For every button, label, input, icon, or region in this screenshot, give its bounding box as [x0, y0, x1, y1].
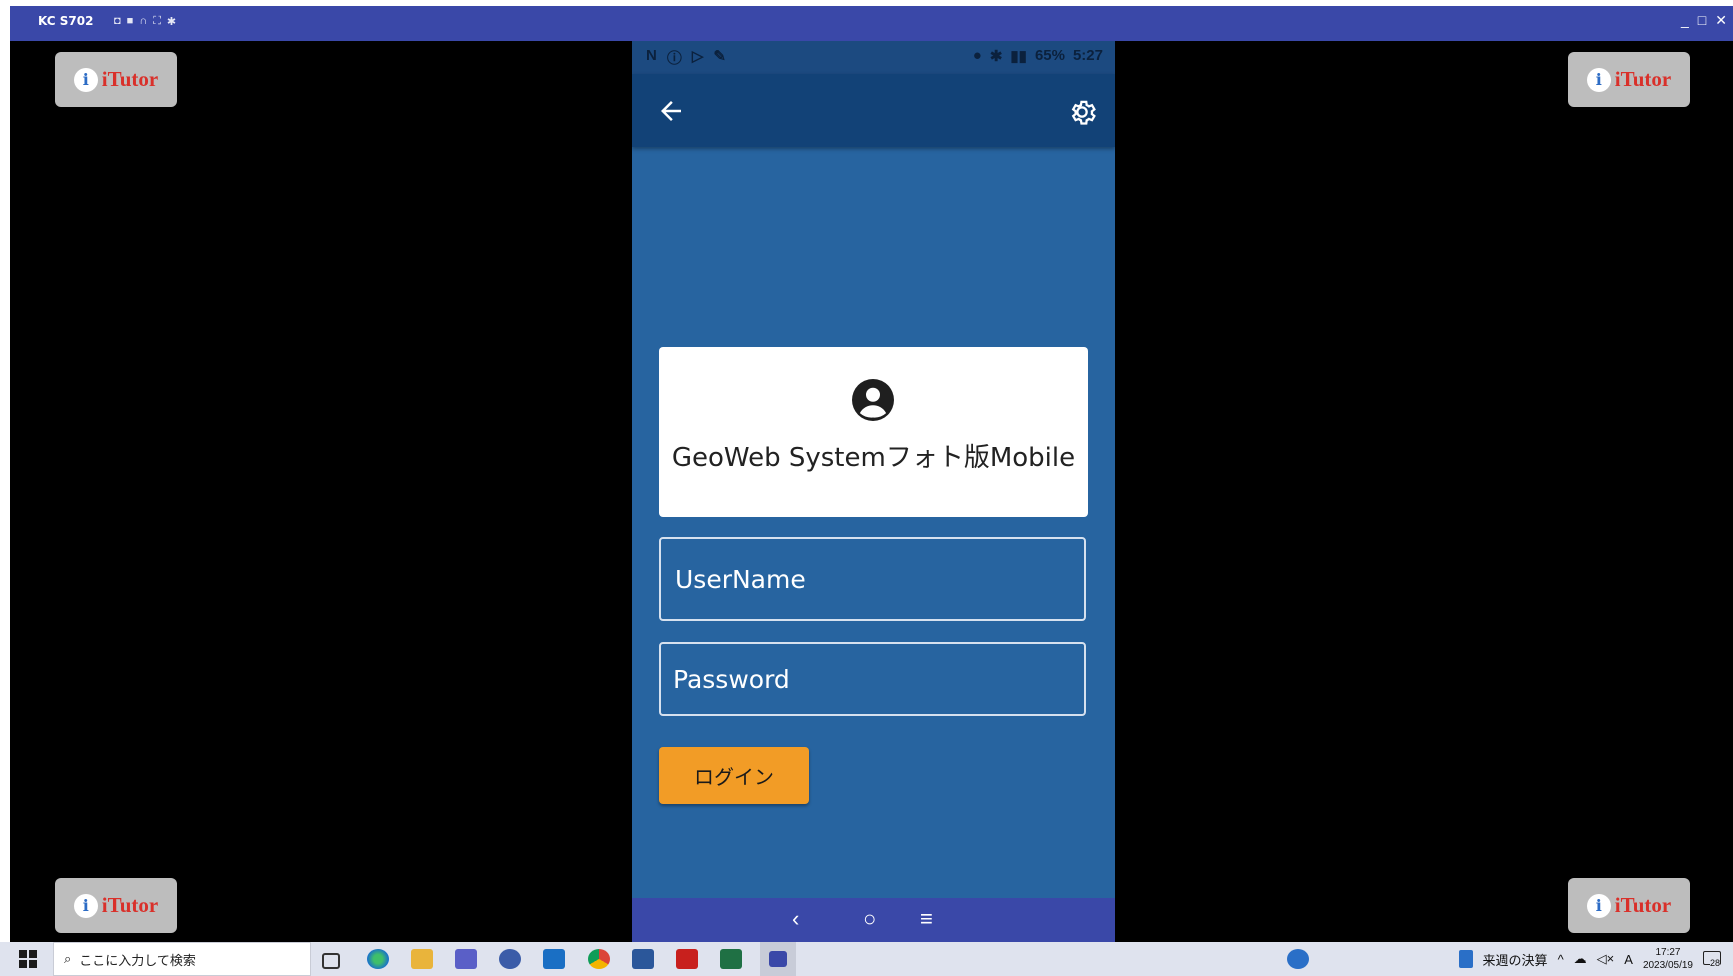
word-icon[interactable] — [632, 949, 654, 969]
ime-indicator[interactable]: A — [1624, 952, 1633, 967]
username-placeholder: UserName — [675, 564, 806, 594]
headset-icon[interactable]: ∩ — [139, 15, 147, 28]
nfc-icon: N — [646, 47, 657, 64]
itutor-label: iTutor — [1614, 67, 1672, 91]
camera-icon[interactable]: ◘ — [114, 15, 121, 28]
search-icon: ⌕ — [64, 951, 72, 966]
taskbar-search-box[interactable]: ⌕ ここに入力して検索 — [53, 942, 311, 976]
status-left-icons: N ⓘ ▷ ✎ — [646, 47, 726, 68]
app-toolbar — [632, 74, 1115, 147]
itutor-watermark: i iTutor — [55, 878, 177, 933]
itutor-watermark: i iTutor — [1568, 52, 1690, 107]
titlebar-tools: ◘ ■ ∩ ⛶ ✱ — [114, 15, 176, 28]
signal-icon: ▮▮ — [1010, 48, 1027, 65]
teams-icon[interactable] — [455, 949, 477, 969]
system-tray: 来週の決算 ^ ☁ ◁× A 17:27 2023/05/19 28 — [1458, 942, 1723, 976]
itutor-label: iTutor — [101, 893, 159, 917]
clock-date: 2023/05/19 — [1642, 960, 1693, 971]
file-explorer-icon[interactable] — [411, 949, 433, 969]
edge-icon[interactable] — [367, 949, 389, 969]
maximize-button[interactable]: □ — [1698, 12, 1706, 29]
username-field[interactable]: UserName — [659, 537, 1086, 621]
app-title: GeoWeb Systemフォト版Mobile — [671, 443, 1076, 473]
window-controls: _ □ ✕ — [1681, 12, 1727, 29]
help-icon[interactable] — [1287, 949, 1309, 969]
mirror-app-taskbar-button[interactable] — [760, 942, 796, 976]
gear-icon[interactable] — [1066, 96, 1098, 128]
itutor-logo-icon: i — [1586, 893, 1611, 918]
android-statusbar: N ⓘ ▷ ✎ ● ✱ ▮▮ 65% 5:27 — [632, 41, 1115, 74]
status-right-icons: ● ✱ ▮▮ 65% 5:27 — [973, 47, 1103, 65]
window-titlebar: KC S702 ◘ ■ ∩ ⛶ ✱ _ □ ✕ — [10, 6, 1733, 41]
nav-home-button[interactable]: ○ — [863, 906, 876, 932]
excel-icon[interactable] — [720, 949, 742, 969]
status-time: 5:27 — [1072, 47, 1103, 64]
task-view-icon[interactable] — [322, 953, 340, 969]
acrobat-icon[interactable] — [676, 949, 698, 969]
itutor-logo-icon: i — [1586, 67, 1611, 92]
login-button[interactable]: ログイン — [659, 747, 809, 804]
android-navbar: ‹ ○ ≡ — [632, 898, 1115, 942]
app-header-card: GeoWeb Systemフォト版Mobile — [659, 347, 1088, 517]
password-field[interactable]: Password — [659, 642, 1086, 716]
clock[interactable]: 17:27 2023/05/19 — [1643, 946, 1693, 972]
itutor-logo-icon: i — [73, 67, 98, 92]
itutor-logo-icon: i — [73, 893, 98, 918]
close-button[interactable]: ✕ — [1715, 12, 1727, 29]
minimize-button[interactable]: _ — [1681, 12, 1689, 29]
search-placeholder: ここに入力して検索 — [79, 952, 196, 968]
clock-time: 17:27 — [1655, 947, 1681, 958]
back-arrow-icon[interactable] — [656, 96, 686, 126]
settings-icon[interactable]: ✱ — [167, 15, 176, 28]
chevron-up-icon[interactable]: ^ — [1558, 952, 1564, 967]
info-icon: ⓘ — [666, 50, 682, 67]
itutor-label: iTutor — [101, 67, 159, 91]
battery-level: 65% — [1034, 47, 1065, 64]
nav-menu-button[interactable]: ≡ — [920, 906, 933, 932]
outlook-icon[interactable] — [543, 949, 565, 969]
onedrive-icon[interactable]: ☁ — [1574, 951, 1587, 967]
location-icon: ● — [972, 47, 982, 64]
volume-muted-icon[interactable]: ◁× — [1597, 951, 1615, 967]
document-icon[interactable] — [1458, 950, 1473, 968]
video-icon[interactable]: ■ — [127, 15, 134, 28]
phone-screen: N ⓘ ▷ ✎ ● ✱ ▮▮ 65% 5:27 GeoWeb Systemフォト… — [632, 41, 1115, 942]
itutor-label: iTutor — [1614, 893, 1672, 917]
bluetooth-icon: ✱ — [989, 48, 1003, 65]
tray-app-label[interactable]: 来週の決算 — [1483, 950, 1548, 969]
nav-back-button[interactable]: ‹ — [792, 906, 799, 932]
itutor-watermark: i iTutor — [1568, 878, 1690, 933]
chrome-icon[interactable] — [588, 949, 610, 969]
notifications-icon[interactable]: 28 — [1703, 950, 1723, 968]
play-icon: ▷ — [691, 48, 704, 65]
fullscreen-icon[interactable]: ⛶ — [153, 15, 161, 28]
windows-start-icon[interactable] — [19, 950, 37, 968]
itutor-watermark: i iTutor — [55, 52, 177, 107]
mirror-app-icon — [769, 951, 787, 967]
wrench-icon: ✎ — [713, 48, 726, 65]
password-placeholder: Password — [673, 664, 790, 694]
windows-taskbar: ⌕ ここに入力して検索 来週の決算 ^ ☁ ◁× A 17:27 2023/05… — [0, 942, 1733, 976]
account-circle-icon — [852, 379, 894, 421]
notification-count: 28 — [1710, 958, 1721, 968]
app-n-icon[interactable] — [499, 949, 521, 969]
window-title: KC S702 — [38, 14, 94, 28]
